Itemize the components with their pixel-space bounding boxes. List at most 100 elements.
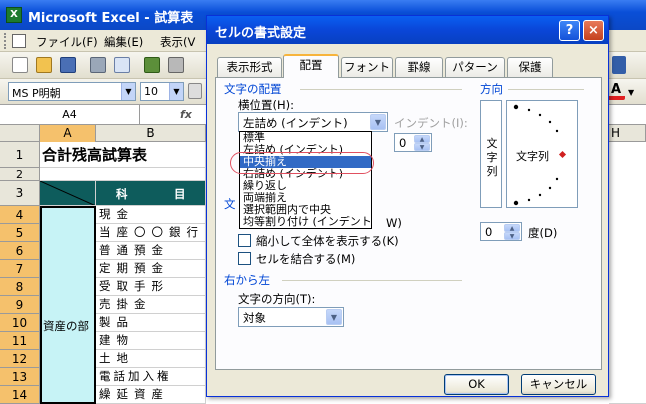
row-header[interactable]: 1	[0, 142, 40, 168]
chevron-down-icon[interactable]: ▼	[326, 309, 342, 325]
sheet-title[interactable]: 合計残高試算表	[40, 142, 206, 168]
text-direction-combo[interactable]: 対象 ▼	[238, 307, 344, 327]
empty-cell[interactable]	[40, 168, 206, 181]
row-header[interactable]: 14	[0, 386, 40, 404]
spin-up-icon[interactable]: ▲	[414, 135, 430, 143]
cut-icon[interactable]	[168, 57, 184, 73]
tab-number[interactable]: 表示形式	[217, 57, 282, 77]
name-box[interactable]: A4	[0, 105, 140, 124]
rtl-group-title: 右から左	[224, 272, 273, 288]
merge-cells-checkbox[interactable]	[238, 252, 251, 265]
tab-patterns[interactable]: パターン	[445, 57, 505, 77]
account-cell[interactable]: 土地	[96, 350, 206, 368]
excel-title: Microsoft Excel - 試算表	[28, 11, 194, 26]
account-cell[interactable]: 電話加入権	[96, 368, 206, 386]
dialog-title-bar[interactable]: セルの書式設定 ? ×	[207, 16, 608, 44]
help-button[interactable]: ?	[559, 20, 580, 41]
account-cell[interactable]: 製品	[96, 314, 206, 332]
row-header[interactable]: 12	[0, 350, 40, 368]
orientation-dial[interactable]: 文字列	[506, 100, 578, 208]
chevron-down-icon[interactable]: ▼	[628, 88, 634, 97]
new-icon[interactable]	[12, 57, 28, 73]
horizontal-combo[interactable]: 左詰め (インデント) ▼	[238, 112, 388, 132]
cancel-button[interactable]: キャンセル	[521, 374, 596, 395]
tab-border[interactable]: 罫線	[395, 57, 443, 77]
fx-icon[interactable]: fx	[180, 108, 192, 121]
row-header[interactable]: 10	[0, 314, 40, 332]
column-header-h[interactable]: H	[609, 125, 646, 142]
category-label: 資産の部	[43, 319, 89, 333]
row-header[interactable]: 5	[0, 224, 40, 242]
tab-protection[interactable]: 保護	[507, 57, 553, 77]
column-h-cells[interactable]	[609, 142, 646, 404]
excel-icon: X	[6, 7, 22, 23]
spin-up-icon[interactable]: ▲	[504, 224, 520, 232]
workbook-icon[interactable]	[12, 34, 26, 48]
ok-button[interactable]: OK	[444, 374, 509, 395]
column-header-a[interactable]: A	[40, 125, 96, 142]
row-header[interactable]: 3	[0, 181, 40, 206]
text-direction-value: 対象	[243, 311, 266, 325]
font-color-icon[interactable]: A	[607, 82, 625, 100]
row-header[interactable]: 11	[0, 332, 40, 350]
horizontal-label: 横位置(H):	[238, 98, 294, 112]
row-header[interactable]: 9	[0, 296, 40, 314]
option-center-across[interactable]: 選択範囲内で中央	[240, 204, 371, 216]
account-cell[interactable]: 繰延資産	[96, 386, 206, 404]
vertical-text-box[interactable]: 文 字 列	[480, 100, 502, 208]
row-header[interactable]: 2	[0, 168, 40, 181]
save-icon[interactable]	[60, 57, 76, 73]
option-justify[interactable]: 両端揃え	[240, 192, 371, 204]
option-fill[interactable]: 繰り返し	[240, 180, 371, 192]
tab-alignment[interactable]: 配置	[283, 54, 339, 78]
account-cell[interactable]: 現金	[96, 206, 206, 224]
menu-file[interactable]: ファイル(F)	[36, 34, 98, 50]
menu-edit[interactable]: 編集(E)	[104, 34, 143, 50]
horizontal-value: 左詰め (インデント)	[243, 116, 348, 130]
degree-value: 0	[485, 225, 493, 239]
option-distributed[interactable]: 均等割り付け (インデント)	[240, 216, 371, 228]
chevron-down-icon[interactable]: ▼	[370, 114, 386, 130]
merge-cells-label: セルを結合する(M)	[256, 252, 356, 266]
open-icon[interactable]	[36, 57, 52, 73]
close-button[interactable]: ×	[583, 20, 604, 41]
group-divider	[300, 89, 462, 90]
degree-spinner[interactable]: 0 ▲ ▼	[480, 222, 522, 241]
font-size-combo[interactable]: 10 ▼	[140, 82, 184, 101]
font-name-combo[interactable]: MS P明朝 ▼	[8, 82, 136, 101]
row-header[interactable]: 6	[0, 242, 40, 260]
spelling-icon[interactable]	[144, 57, 160, 73]
account-cell[interactable]: 受取手形	[96, 278, 206, 296]
diagonal-header-cell[interactable]	[40, 181, 96, 206]
print-icon[interactable]	[90, 57, 106, 73]
option-general[interactable]: 標準	[240, 132, 371, 144]
group-divider	[282, 280, 462, 281]
indent-spinner[interactable]: 0 ▲ ▼	[394, 133, 432, 152]
account-header-cell[interactable]: 科 目	[96, 181, 206, 206]
row-header[interactable]: 8	[0, 278, 40, 296]
column-header-b[interactable]: B	[96, 125, 206, 142]
account-cell[interactable]: 普通預金	[96, 242, 206, 260]
shrink-to-fit-checkbox[interactable]	[238, 234, 251, 247]
account-cell[interactable]: 定期預金	[96, 260, 206, 278]
category-cell[interactable]: 資産の部	[40, 206, 96, 404]
spin-down-icon[interactable]: ▼	[504, 232, 520, 240]
account-cell[interactable]: 当座〇〇銀行	[96, 224, 206, 242]
group-divider	[508, 89, 584, 90]
row-header[interactable]: 4	[0, 206, 40, 224]
spin-down-icon[interactable]: ▼	[414, 143, 430, 151]
select-all-corner[interactable]	[0, 125, 40, 142]
bold-icon[interactable]	[188, 83, 202, 99]
row-header[interactable]: 7	[0, 260, 40, 278]
account-cell[interactable]: 建物	[96, 332, 206, 350]
row-header[interactable]: 13	[0, 368, 40, 386]
print-preview-icon[interactable]	[114, 57, 130, 73]
header-right-char: 目	[174, 187, 186, 201]
toolbar-options-icon[interactable]	[612, 56, 626, 74]
chevron-down-icon[interactable]: ▼	[121, 83, 135, 100]
menu-view[interactable]: 表示(V	[160, 34, 195, 50]
account-cell[interactable]: 売掛金	[96, 296, 206, 314]
chevron-down-icon[interactable]: ▼	[169, 83, 183, 100]
header-left-char: 科	[116, 187, 128, 201]
tab-font[interactable]: フォント	[341, 57, 393, 77]
